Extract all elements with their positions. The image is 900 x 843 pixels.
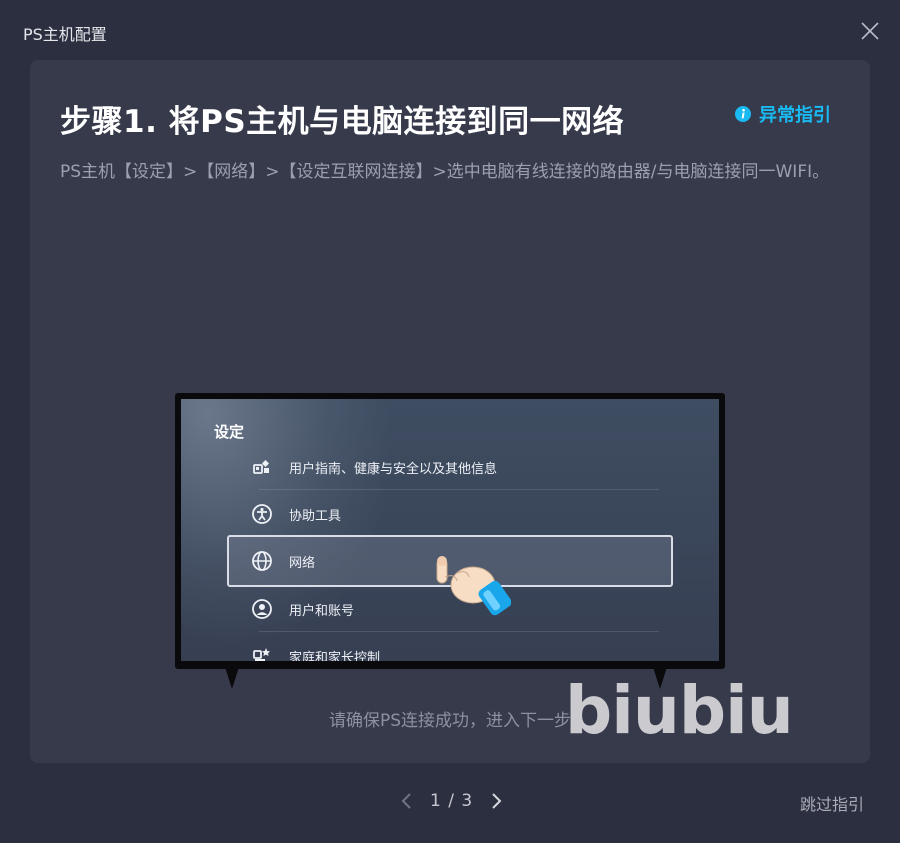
pager: 1 / 3 — [398, 788, 505, 814]
screen-menu-label: 网络 — [289, 555, 316, 571]
screen-menu-item-accessibility: 协助工具 — [229, 490, 625, 538]
screen-menu-label: 家庭和家长控制 — [289, 650, 381, 662]
help-link[interactable]: 异常指引 — [735, 102, 831, 126]
tv-screen: 设定 用户指南、健康与安全以及其他信息 协助工具 网络 用户和账号 家庭和家长控… — [181, 399, 719, 661]
window-title: PS主机配置 — [23, 25, 107, 44]
tv-illustration: 设定 用户指南、健康与安全以及其他信息 协助工具 网络 用户和账号 家庭和家长控… — [175, 393, 725, 689]
chevron-left-icon — [401, 793, 411, 809]
tv-leg-left — [225, 667, 239, 689]
screen-menu-item-family: 家庭和家长控制 — [229, 632, 625, 661]
tv-frame: 设定 用户指南、健康与安全以及其他信息 协助工具 网络 用户和账号 家庭和家长控… — [175, 393, 725, 669]
close-icon — [861, 22, 879, 40]
screen-menu-label: 用户和账号 — [289, 603, 355, 619]
help-link-label: 异常指引 — [759, 105, 831, 126]
prev-step-button[interactable] — [398, 790, 416, 812]
close-button[interactable] — [859, 20, 881, 42]
chevron-right-icon — [492, 793, 502, 809]
screen-heading: 设定 — [214, 423, 245, 441]
accessibility-icon — [252, 504, 272, 524]
watermark: biubiu — [565, 672, 794, 749]
info-icon — [735, 106, 751, 122]
screen-menu-label: 用户指南、健康与安全以及其他信息 — [289, 461, 498, 477]
pager-counter: 1 / 3 — [430, 791, 474, 811]
info-bits-icon — [253, 459, 270, 474]
screen-menu-item-info: 用户指南、健康与安全以及其他信息 — [229, 443, 625, 491]
title-bar: PS主机配置 — [0, 0, 900, 60]
pointing-hand-icon — [436, 556, 511, 616]
screen-menu-label: 协助工具 — [289, 508, 342, 524]
next-step-button[interactable] — [487, 790, 505, 812]
screen-menu-item-user: 用户和账号 — [229, 585, 625, 633]
globe-icon — [252, 551, 272, 571]
guide-card: 步骤1. 将PS主机与电脑连接到同一网络 异常指引 PS主机【设定】>【网络】>… — [30, 60, 870, 763]
family-icon — [253, 648, 270, 661]
skip-guide-button[interactable]: 跳过指引 — [800, 791, 864, 815]
user-icon — [252, 599, 272, 619]
step-description: PS主机【设定】>【网络】>【设定互联网连接】>选中电脑有线连接的路由器/与电脑… — [60, 162, 830, 182]
step-title: 步骤1. 将PS主机与电脑连接到同一网络 — [60, 104, 625, 140]
